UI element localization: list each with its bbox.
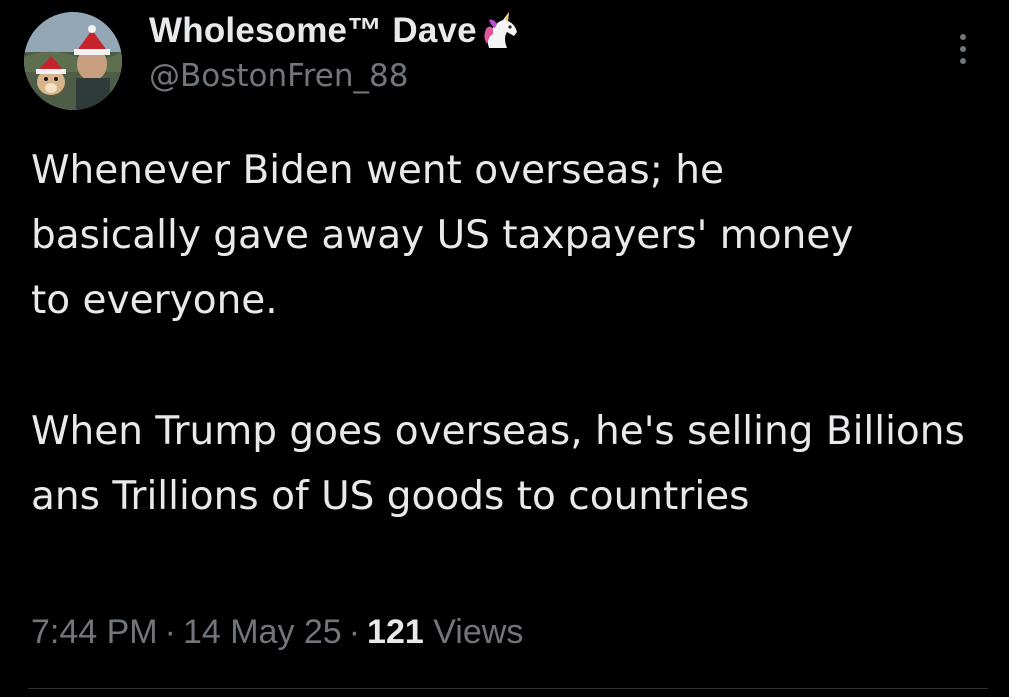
tweet-text: Whenever Biden went overseas; he basical… bbox=[31, 138, 991, 529]
display-name[interactable]: Wholesome™ Dave bbox=[149, 11, 477, 51]
author-block[interactable]: Wholesome™ Dave @BostonFren_88 bbox=[149, 6, 909, 106]
unicorn-icon bbox=[479, 8, 525, 54]
avatar-photo bbox=[24, 12, 122, 110]
more-vertical-icon bbox=[960, 34, 966, 64]
views-count: 121 bbox=[367, 613, 424, 651]
meta-separator: · bbox=[164, 613, 176, 651]
tweet: Wholesome™ Dave @BostonFren_88 Whenever … bbox=[0, 0, 1009, 697]
tweet-paragraph-1: Whenever Biden went overseas; he basical… bbox=[31, 148, 854, 323]
display-name-row: Wholesome™ Dave bbox=[149, 6, 909, 56]
views-label: Views bbox=[433, 613, 524, 651]
tweet-meta: 7:44 PM · 14 May 25 · 121 Views bbox=[31, 613, 523, 652]
handle[interactable]: @BostonFren_88 bbox=[149, 58, 909, 94]
avatar[interactable] bbox=[24, 12, 122, 110]
meta-separator: · bbox=[348, 613, 361, 651]
divider bbox=[28, 688, 988, 689]
more-options-button[interactable] bbox=[945, 30, 981, 70]
tweet-time[interactable]: 7:44 PM bbox=[31, 613, 158, 651]
tweet-paragraph-2: When Trump goes overseas, he's selling B… bbox=[31, 409, 965, 519]
tweet-date[interactable]: 14 May 25 bbox=[183, 613, 342, 651]
